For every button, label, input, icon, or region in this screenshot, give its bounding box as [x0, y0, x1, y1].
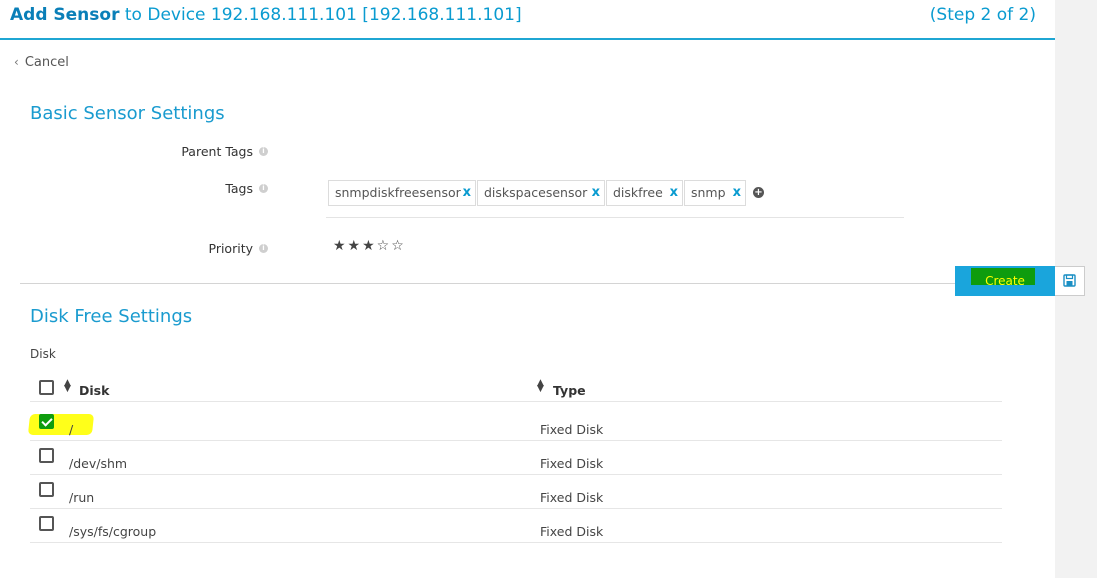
row-divider — [30, 440, 1002, 441]
disk-name: /dev/shm — [69, 456, 128, 471]
row-checkbox[interactable] — [39, 482, 54, 497]
disk-name: / — [69, 422, 74, 437]
tags-label: Tags i — [225, 181, 268, 196]
page: Add Sensor to Device 192.168.111.101 [19… — [0, 0, 1097, 578]
close-icon[interactable]: x — [463, 181, 471, 205]
tag-chip: snmpdiskfreesensor x — [328, 180, 476, 206]
save-button[interactable] — [1055, 266, 1085, 296]
info-icon[interactable]: i — [259, 184, 268, 193]
tag-chip-label: snmpdiskfreesensor — [335, 185, 461, 200]
info-icon[interactable]: i — [259, 244, 268, 253]
tag-chip: diskfree x — [606, 180, 683, 206]
column-header-type[interactable]: Type — [553, 383, 586, 398]
disk-name: /run — [69, 490, 95, 505]
parent-tags-label-text: Parent Tags — [181, 144, 253, 159]
row-divider — [30, 542, 1002, 543]
tag-chip: diskspacesensor x — [477, 180, 605, 206]
tag-chip-label: diskfree — [613, 185, 663, 200]
row-checkbox[interactable] — [39, 414, 54, 429]
disk-type: Fixed Disk — [540, 422, 604, 437]
section-divider — [20, 283, 1055, 284]
info-icon[interactable]: i — [259, 147, 268, 156]
disk-type: Fixed Disk — [540, 456, 604, 471]
row-checkbox[interactable] — [39, 516, 54, 531]
create-button-label: Create — [985, 274, 1025, 288]
disk-type: Fixed Disk — [540, 524, 604, 539]
row-divider — [30, 508, 1002, 509]
tags-label-text: Tags — [225, 181, 253, 196]
row-divider — [30, 401, 1002, 402]
highlight-marker — [27, 414, 95, 435]
sort-icon[interactable]: ▲ ▼ — [64, 379, 71, 394]
sort-icon[interactable]: ▲ ▼ — [537, 379, 544, 394]
tag-chip-label: diskspacesensor — [484, 185, 588, 200]
close-icon[interactable]: x — [670, 181, 678, 205]
disk-settings-title: Disk Free Settings — [30, 306, 193, 327]
tags-input[interactable]: snmpdiskfreesensor x diskspacesensor x d… — [326, 175, 904, 218]
cancel-label: Cancel — [24, 55, 69, 70]
main-panel: Add Sensor to Device 192.168.111.101 [19… — [0, 0, 1055, 578]
disk-field-label: Disk — [30, 347, 56, 361]
floppy-disk-icon — [1063, 274, 1076, 287]
cancel-link[interactable]: ‹ Cancel — [14, 55, 69, 70]
step-indicator: (Step 2 of 2) — [929, 5, 1036, 25]
disk-name: /sys/fs/cgroup — [69, 524, 157, 539]
tag-chip-label: snmp — [691, 185, 726, 200]
row-checkbox[interactable] — [39, 448, 54, 463]
page-title-bold: Add Sensor — [10, 5, 120, 25]
parent-tags-label: Parent Tags i — [181, 144, 268, 159]
page-header: Add Sensor to Device 192.168.111.101 [19… — [0, 0, 1055, 40]
select-all-checkbox[interactable] — [39, 380, 54, 395]
row-divider — [30, 474, 1002, 475]
create-button[interactable]: Create — [955, 266, 1055, 296]
priority-label-text: Priority — [208, 241, 254, 256]
column-header-disk[interactable]: Disk — [79, 383, 109, 398]
tag-chip: snmp x — [684, 180, 746, 206]
page-title-rest: to Device 192.168.111.101 [192.168.111.1… — [124, 5, 522, 25]
priority-stars[interactable]: ★★★☆☆ — [333, 238, 406, 254]
basic-settings-title: Basic Sensor Settings — [30, 103, 225, 124]
close-icon[interactable]: x — [733, 181, 741, 205]
chevron-left-icon: ‹ — [14, 55, 19, 69]
page-title: Add Sensor to Device 192.168.111.101 [19… — [10, 5, 522, 25]
priority-label: Priority i — [208, 241, 268, 256]
close-icon[interactable]: x — [592, 181, 600, 205]
disk-type: Fixed Disk — [540, 490, 604, 505]
plus-circle-icon[interactable]: + — [753, 187, 764, 198]
